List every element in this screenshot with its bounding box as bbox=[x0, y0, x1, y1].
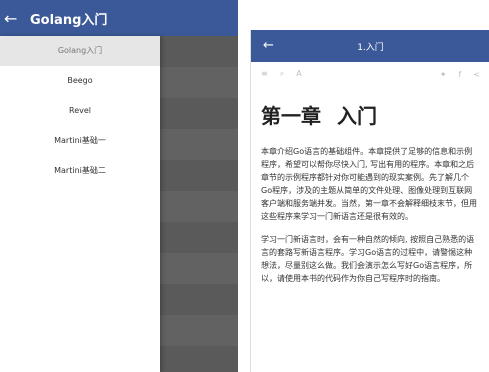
overlay-row bbox=[160, 191, 238, 222]
overlay-row bbox=[160, 222, 238, 253]
share-icon[interactable]: < bbox=[473, 70, 480, 79]
menu-icon[interactable]: ≡ bbox=[261, 69, 268, 79]
search-icon[interactable]: ⌕ bbox=[280, 69, 284, 79]
back-arrow-icon[interactable]: ← bbox=[0, 9, 30, 28]
reader-toolbar: ≡ ⌕ A ✦ f < bbox=[251, 62, 489, 86]
page-title: 1.入门 bbox=[357, 42, 384, 53]
twitter-icon[interactable]: ✦ bbox=[440, 70, 447, 79]
chapter-number: 第一章 bbox=[261, 104, 321, 128]
right-app-bar: ← 1.入门 bbox=[251, 30, 489, 62]
overlay-row bbox=[160, 67, 238, 98]
overlay-row bbox=[160, 315, 238, 346]
overlay-row bbox=[160, 346, 238, 372]
drawer-item-revel[interactable]: Revel bbox=[0, 96, 160, 126]
overlay-row bbox=[160, 98, 238, 129]
drawer-item-golang[interactable]: Golang入门 bbox=[0, 36, 160, 66]
overlay-row bbox=[160, 129, 238, 160]
overlay-row bbox=[160, 253, 238, 284]
left-app-bar: ← Golang入门 bbox=[0, 0, 238, 36]
back-arrow-icon[interactable]: ← bbox=[263, 38, 274, 53]
drawer-item-martini-2[interactable]: Martini基础二 bbox=[0, 156, 160, 186]
paragraph: 学习一门新语言时，会有一种自然的倾向, 按照自己熟悉的语言的套路写新语言程序。学… bbox=[261, 235, 475, 283]
chapter-heading: 第一章 入门 bbox=[261, 100, 480, 129]
nav-drawer: Golang入门 Beego Revel Martini基础一 Martini基… bbox=[0, 36, 160, 372]
drawer-item-martini-1[interactable]: Martini基础一 bbox=[0, 126, 160, 156]
right-screenshot: ← 1.入门 ≡ ⌕ A ✦ f < 第一章 入门 本章介绍Go语言的基础组件。本… bbox=[250, 30, 489, 372]
overlay-row bbox=[160, 160, 238, 191]
left-app-title: Golang入门 bbox=[30, 12, 108, 28]
facebook-icon[interactable]: f bbox=[458, 70, 461, 79]
font-size-icon[interactable]: A bbox=[296, 69, 301, 79]
overlay-row bbox=[160, 36, 238, 67]
chapter-name: 入门 bbox=[337, 104, 377, 128]
left-screenshot: ← Golang入门 Golang入门 Beego Revel Martini基… bbox=[0, 0, 238, 372]
drawer-item-beego[interactable]: Beego bbox=[0, 66, 160, 96]
overlay-row bbox=[160, 284, 238, 315]
paragraph: 本章介绍Go语言的基础组件。本章提供了足够的信息和示例程序，希望可以帮你尽快入门… bbox=[261, 147, 477, 221]
